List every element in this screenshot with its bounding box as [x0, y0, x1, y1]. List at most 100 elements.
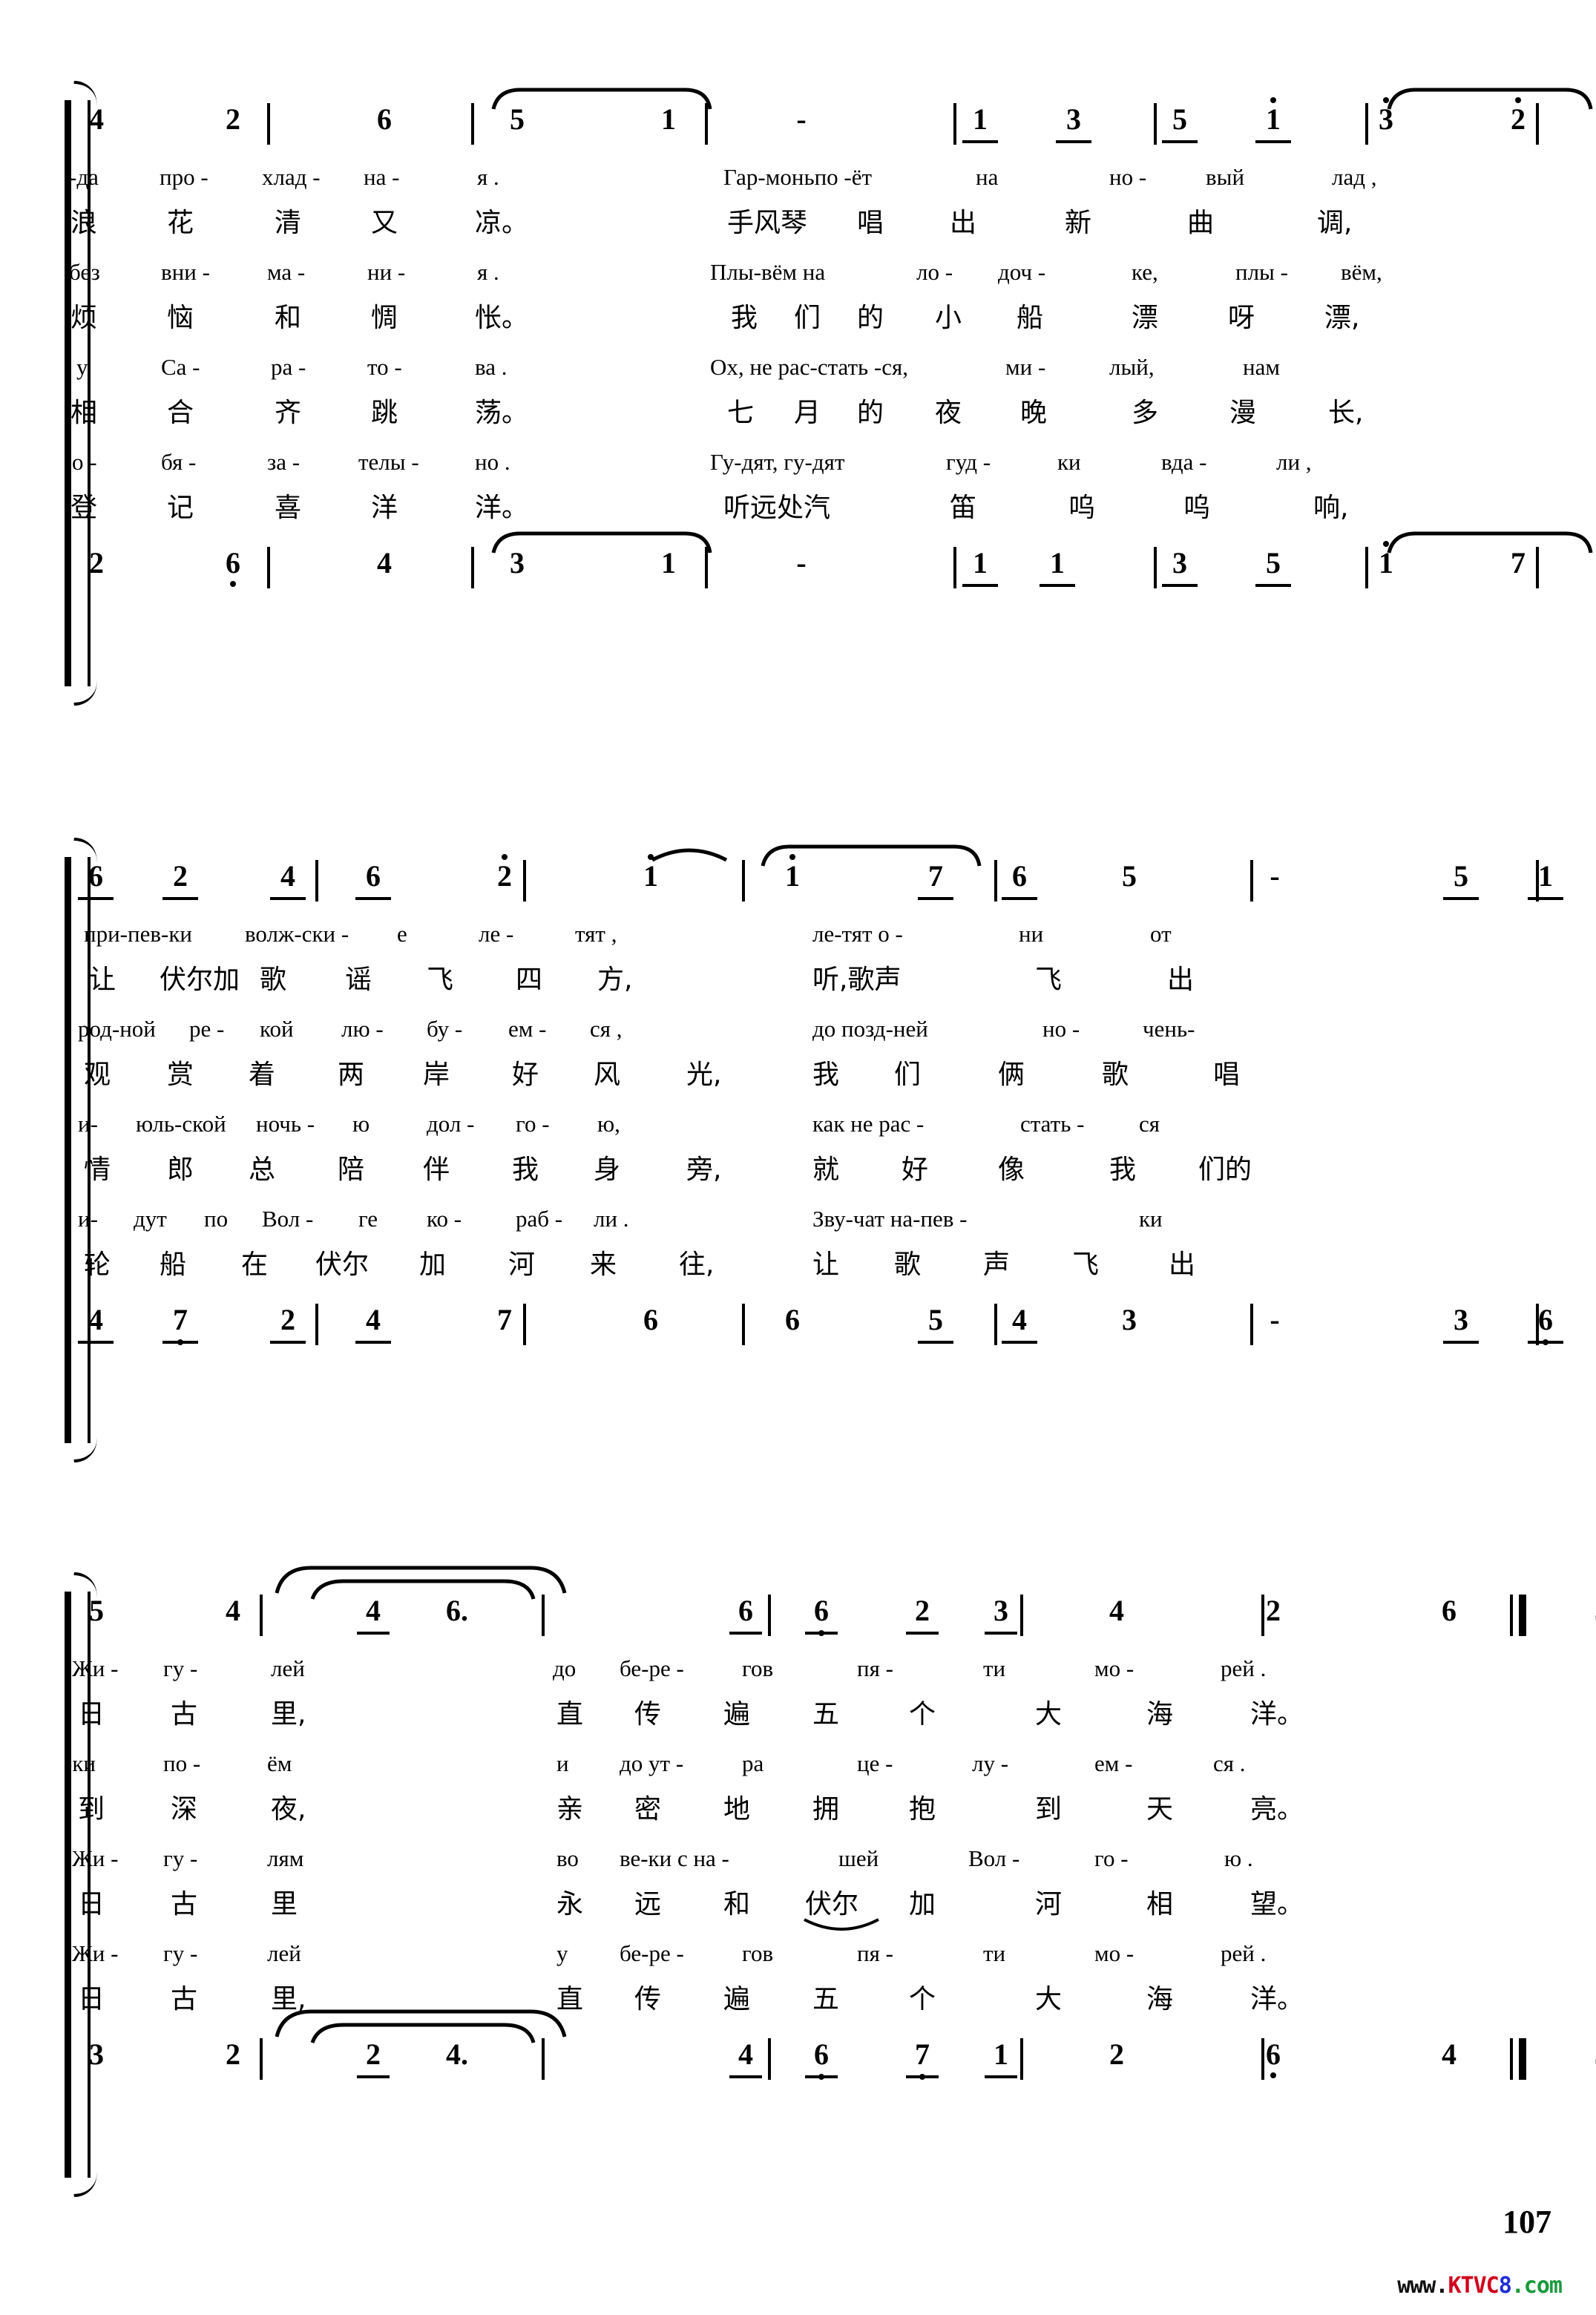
lyric-row: 日 古 里, 直 传 遍 五 个 大 海 洋。	[70, 1980, 1540, 2029]
note: 3	[1162, 544, 1198, 587]
lyric-syllable: 远	[634, 1889, 662, 1920]
lyric-syllable: но -	[1042, 1016, 1080, 1042]
lyric-syllable: мо -	[1094, 1940, 1134, 1966]
barline	[705, 547, 708, 588]
lyric-syllable: 四	[516, 965, 543, 995]
watermark-8: 8	[1498, 2273, 1512, 2299]
lyric-syllable: 飞	[1035, 965, 1063, 995]
barline	[260, 2038, 263, 2080]
lyric-syllable: 来	[590, 1250, 617, 1280]
barline	[1536, 547, 1539, 588]
lyric-row: 情 郎 总 陪 伴 我 身 旁, 就 好 像 我 们的	[70, 1151, 1540, 1200]
lyric-syllable: 的	[857, 303, 884, 333]
note: 6	[78, 857, 114, 900]
lyric-syllable: 风	[594, 1060, 621, 1090]
lyric-syllable: пя -	[857, 1940, 893, 1966]
lyric-row: 烦 恼 和 惆 怅。 我 们 的 小 船 漂 呀 漂,	[70, 299, 1540, 348]
barline	[260, 1595, 263, 1636]
lyric-syllable: 伴	[423, 1155, 450, 1185]
lyric-syllable: и-	[78, 1111, 98, 1137]
lyric-syllable: лад ,	[1332, 164, 1377, 190]
note: 7	[918, 857, 953, 900]
lyric-syllable: 洋	[371, 493, 398, 523]
lyric-syllable: 跳	[371, 398, 398, 428]
barline	[315, 1304, 318, 1345]
note: 6	[805, 2035, 838, 2080]
lyric-row: Жи - гу - лям во ве-ки с на - шей Вол - …	[70, 1839, 1540, 1885]
lyric-syllable: 里	[271, 1889, 298, 1920]
lyric-syllable: ночь -	[256, 1111, 315, 1137]
lyric-syllable: 长,	[1328, 398, 1364, 428]
lyric-syllable: рей .	[1221, 1655, 1267, 1681]
barline	[1261, 1595, 1264, 1636]
note: 2	[1266, 1594, 1281, 1627]
lyric-syllable: ге	[358, 1206, 378, 1232]
lyric-syllable: 让	[812, 1250, 840, 1280]
barline	[523, 1304, 526, 1345]
lyric-syllable: как не рас -	[812, 1111, 925, 1137]
lyric-syllable: 呜	[1068, 493, 1096, 523]
note: 2	[1500, 97, 1537, 139]
watermark-suffix: .com	[1511, 2273, 1563, 2299]
lyric-syllable: 伏尔加	[160, 965, 240, 995]
lyric-syllable: ва .	[475, 354, 508, 380]
lyric-syllable: 和	[723, 1889, 751, 1920]
lyric-syllable: ю .	[1224, 1845, 1253, 1871]
note: 6	[785, 1303, 800, 1336]
lyric-syllable: 新	[1065, 208, 1092, 238]
note-dotted: 4.	[446, 2037, 468, 2071]
barline	[1536, 103, 1539, 145]
barline	[1250, 860, 1253, 902]
lyric-syllable: и	[556, 1750, 569, 1776]
lyric-syllable: 古	[171, 1889, 198, 1920]
lyric-syllable: 手风琴	[727, 208, 808, 238]
lyric-syllable: 五	[812, 1699, 840, 1730]
barline	[768, 1595, 771, 1636]
lyric-syllable: Ох, не рас-стать -ся,	[710, 354, 908, 380]
lyric-syllable: 多	[1132, 398, 1159, 428]
lyric-syllable: 遍	[723, 1984, 751, 2014]
lyric-syllable: 出	[1167, 965, 1195, 995]
note: 6	[1528, 1301, 1563, 1345]
system-2-bass-row: 4 7 2 4 7 6 6 5 4 3 - 3 6 1 3 4 3	[70, 1301, 1563, 1359]
lyric-syllable: 出	[1169, 1250, 1196, 1280]
lyric-syllable: 喜	[275, 493, 302, 523]
lyric-row: о - бя - за - телы - но . Гу-дят, гу-дят…	[70, 443, 1540, 489]
lyric-syllable: 洋。	[1250, 1984, 1304, 2014]
barline	[1154, 103, 1157, 145]
lyric-syllable: 小	[935, 303, 962, 333]
lyric-syllable: вни -	[161, 259, 210, 285]
note: 2	[162, 857, 198, 900]
note: 4	[355, 1301, 391, 1344]
lyric-syllable: 日	[78, 1984, 105, 2014]
lyric-syllable: 烦	[70, 303, 98, 333]
lyric-syllable: 歌	[260, 965, 287, 995]
note: 2	[270, 1301, 306, 1344]
lyric-syllable: 出	[950, 208, 977, 238]
system-3-bass-row: 3 2 2 4. 4 6 7 1 2 6 4 3 1 -	[70, 2009, 1596, 2093]
lyric-syllable: 里,	[271, 1699, 306, 1730]
lyric-syllable: вда -	[1161, 449, 1207, 475]
lyric-syllable: 天	[1146, 1794, 1174, 1825]
note: 2	[1109, 2037, 1124, 2071]
lyric-row: 相 合 齐 跳 荡。 七 月 的 夜 晚 多 漫 长,	[70, 394, 1540, 443]
note: 4	[357, 1592, 390, 1635]
lyric-syllable: Вол -	[262, 1206, 314, 1232]
note: 2	[486, 854, 523, 896]
lyric-syllable: 轮	[84, 1250, 111, 1280]
lyric-syllable: бя -	[161, 449, 197, 475]
lyric-syllable: на -	[364, 164, 400, 190]
lyric-syllable: ни -	[367, 259, 406, 285]
note-dotted: 6.	[446, 1594, 468, 1627]
lyric-syllable: ти	[983, 1655, 1006, 1681]
lyric-syllable: ми -	[1005, 354, 1046, 380]
note: 5	[1583, 1592, 1596, 1630]
lyric-syllable: 像	[998, 1155, 1025, 1185]
system-1: 4 2 6 5 1 - 1 3 5 1 3 2 2 1 6 - -да про …	[65, 88, 1593, 686]
lyric-syllable: ке,	[1132, 259, 1158, 285]
lyric-syllable: Жи -	[72, 1655, 119, 1681]
lyric-row: 让 伏尔加 歌 谣 飞 四 方, 听,歌声 飞 出	[70, 961, 1540, 1010]
lyric-syllable: 情	[84, 1155, 111, 1185]
barline	[742, 1304, 745, 1345]
lyric-syllable: 观	[84, 1060, 111, 1090]
